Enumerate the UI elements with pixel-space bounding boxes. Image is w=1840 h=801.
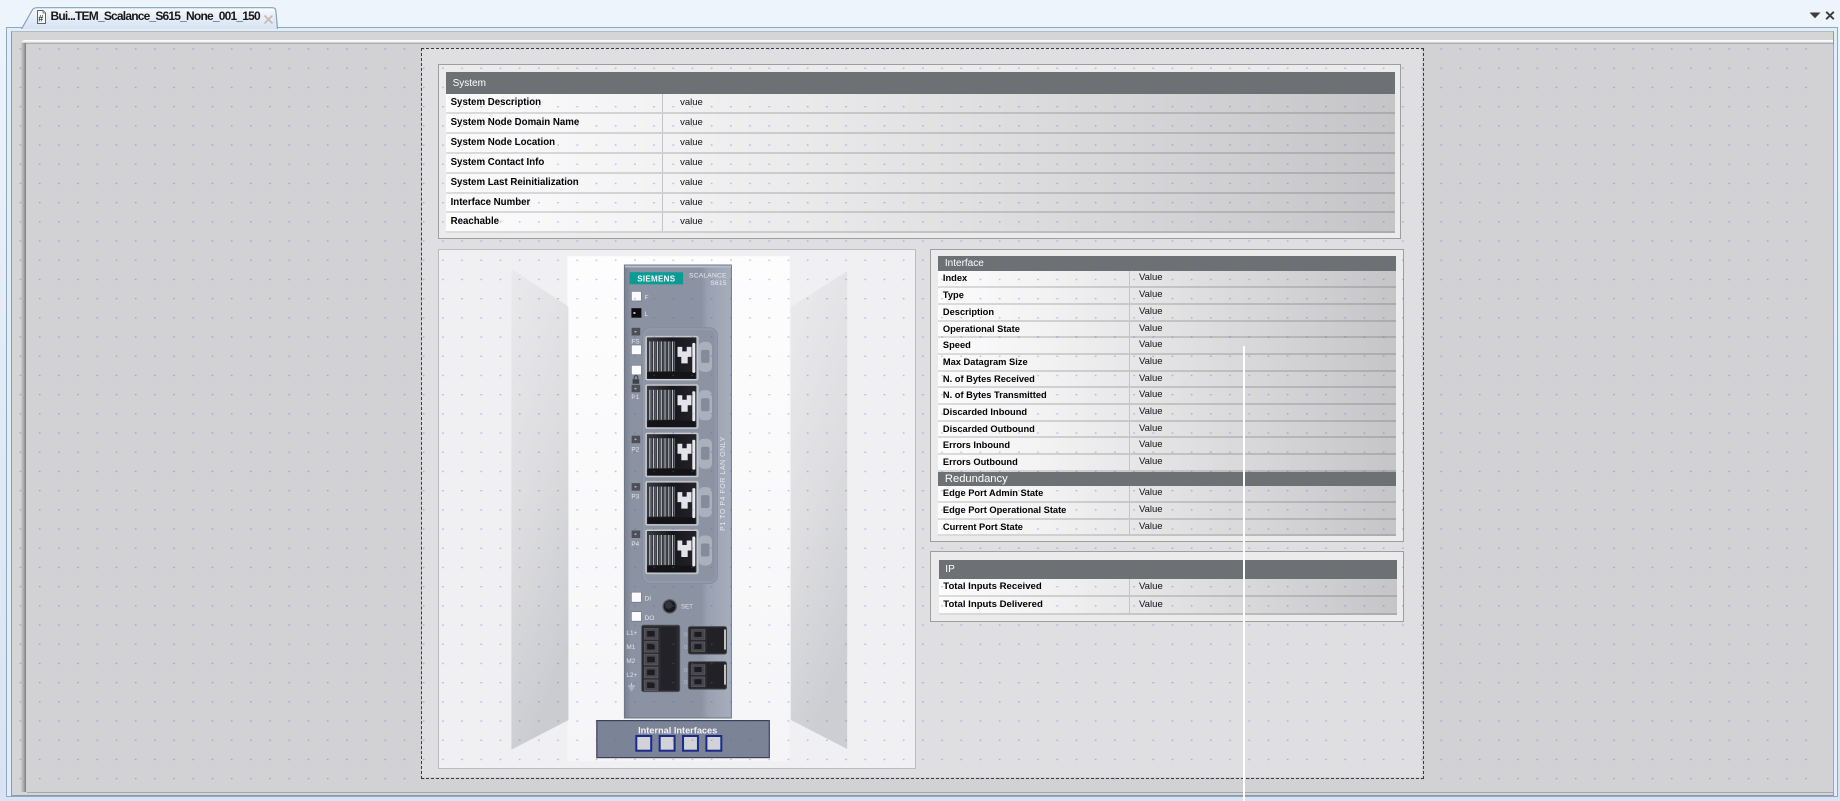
svg-text:#: #	[38, 14, 43, 24]
